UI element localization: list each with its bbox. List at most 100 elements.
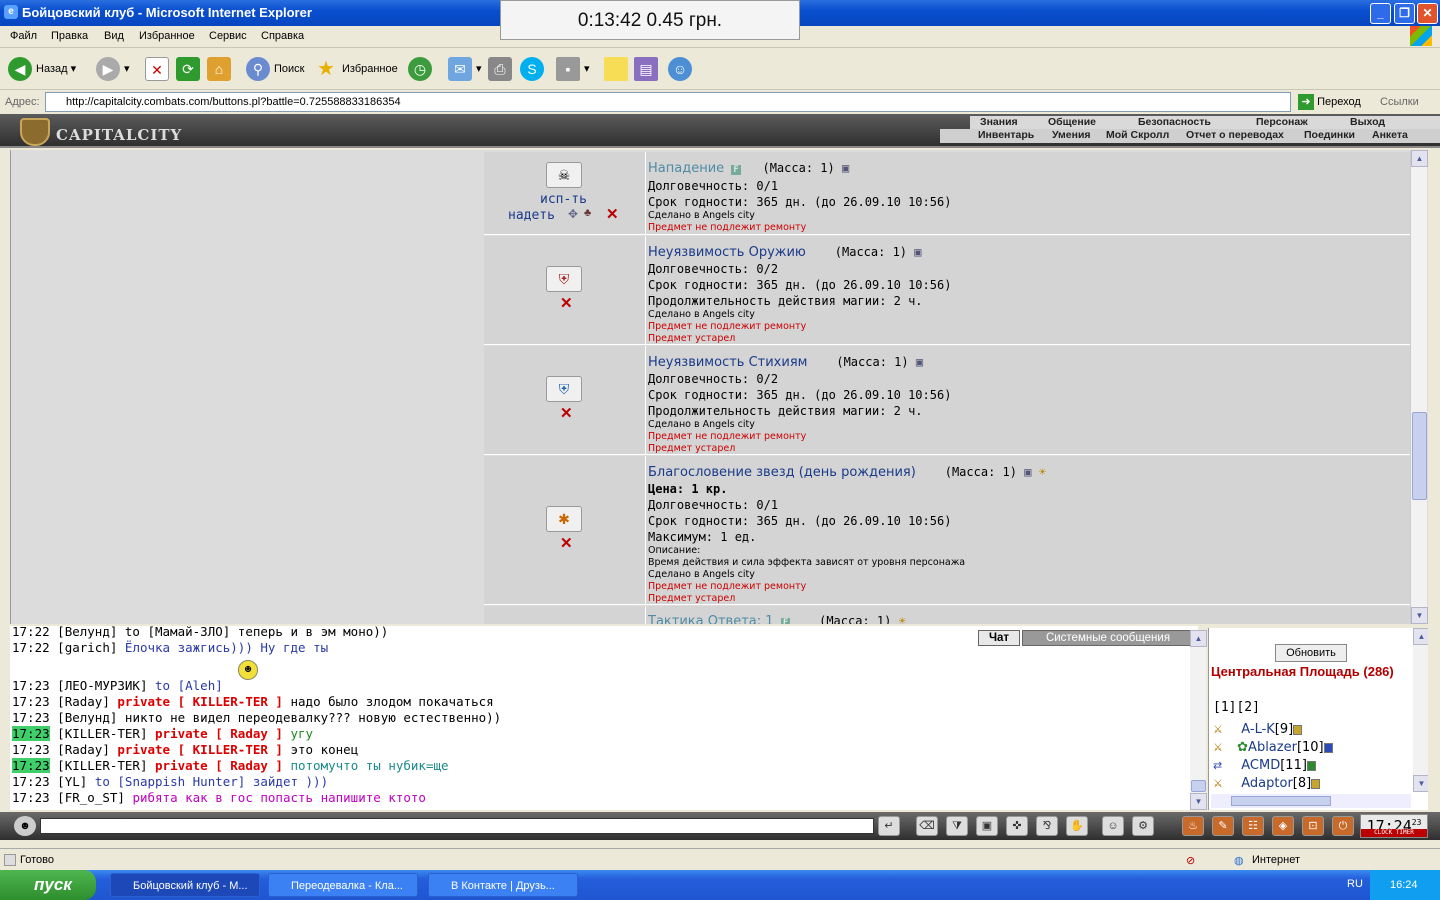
start-button[interactable]: пуск [0,870,96,900]
nav-skills[interactable]: Умения [1052,129,1091,141]
compose-icon[interactable]: ✥ [568,207,578,221]
attack-icon[interactable]: ⚔ [1213,741,1233,755]
refresh-button[interactable]: ⟳ [176,54,204,84]
minimize-button[interactable]: _ [1370,3,1391,24]
nav-knowledge[interactable]: Знания [980,116,1018,128]
search-button[interactable]: ⚲ Поиск [246,54,304,84]
nav-security[interactable]: Безопасность [1138,116,1211,128]
skype-button[interactable]: S [520,54,548,84]
address-input[interactable]: http://capitalcity.combats.com/buttons.p… [45,92,1291,112]
elements-shield-icon[interactable]: ⛨ [546,376,582,402]
nav-battles[interactable]: Поединки [1304,129,1355,141]
scroll-down-arrow-icon[interactable]: ▼ [1413,775,1428,792]
scroll-thumb[interactable] [1231,796,1331,806]
research-button[interactable]: ▤ [634,54,662,84]
exit-icon[interactable]: ⏻ [1332,816,1354,836]
delete-icon[interactable]: ✕ [606,205,619,223]
transfer-icon[interactable]: ⇄ [1213,759,1233,773]
favorites-button[interactable]: ★ Избранное [314,54,398,84]
list-item[interactable]: ⇄ ACMD[11] [1213,758,1316,773]
inventory-scrollbar[interactable]: ▲ ▼ [1410,150,1428,624]
home-button[interactable]: ⌂ [207,54,235,84]
scroll-up-arrow-icon[interactable]: ▲ [1413,628,1428,645]
lock-icon[interactable]: ⊡ [1302,816,1324,836]
list-item[interactable]: ⚔ A-L-K[9] [1213,722,1303,737]
nav-profile[interactable]: Анкета [1372,129,1408,141]
list-item[interactable]: ⚔ Adaptor[8] [1213,776,1321,791]
nav-my-scroll[interactable]: Мой Скролл [1106,129,1169,141]
scroll-icon[interactable]: ✎ [1212,816,1234,836]
potion-icon[interactable]: ♨ [1182,816,1204,836]
menu-edit[interactable]: Правка [51,30,88,42]
scroll-down-arrow-icon[interactable]: ▼ [1411,607,1428,624]
hand-icon[interactable]: ✋ [1066,816,1088,836]
attack-icon[interactable]: ⚔ [1213,723,1233,737]
nav-communication[interactable]: Общение [1048,116,1096,128]
menu-favorites[interactable]: Избранное [139,30,195,42]
messenger-button[interactable]: ☺ [668,54,696,84]
back-button[interactable]: ◀ Назад ▾ [8,54,76,84]
bag-icon[interactable]: ♣ [584,207,591,219]
scroll-attack-icon[interactable]: ☠ [546,162,582,188]
map-icon[interactable]: ☷ [1242,816,1264,836]
scroll-up-arrow-icon[interactable]: ▲ [1411,150,1428,167]
nav-transfer-report[interactable]: Отчет о переводах [1186,129,1284,141]
menu-help[interactable]: Справка [261,30,304,42]
delete-icon[interactable]: ✕ [560,404,573,422]
language-indicator[interactable]: RU [1347,878,1363,890]
attack-icon[interactable]: ⚔ [1213,777,1233,791]
head-icon[interactable]: ☻ [14,816,36,836]
go-button[interactable]: ➜ Переход [1298,94,1361,110]
smiley-icon[interactable]: ☺ [1102,816,1124,836]
stop-button[interactable]: ✕ [145,54,173,84]
nav-character[interactable]: Персонаж [1256,116,1308,128]
menu-view[interactable]: Вид [104,30,124,42]
item-name[interactable]: Тактика Ответа: 1 [648,614,774,624]
close-button[interactable]: ✕ [1417,3,1438,24]
nav-exit[interactable]: Выход [1350,116,1385,128]
weapon-shield-icon[interactable]: ⛨ [546,266,582,292]
info-icon[interactable] [1306,760,1316,771]
nav-inventory[interactable]: Инвентарь [978,129,1034,141]
filter-icon[interactable]: ⧩ [946,816,968,836]
user-list-pages[interactable]: [1][2] [1213,700,1260,715]
delete-icon[interactable]: ✕ [560,534,573,552]
scroll-thumb[interactable] [1191,780,1206,792]
menu-tools[interactable]: Сервис [209,30,247,42]
mail-button[interactable]: ✉ ▾ [448,54,482,84]
list-item[interactable]: ⚔ ✿Ablazer[10] [1213,740,1333,755]
chat-input[interactable] [40,818,874,834]
send-icon[interactable]: ↵ [878,816,900,836]
chat-mode-icon[interactable]: ⅋ [1036,816,1058,836]
user-list-hscrollbar[interactable] [1211,794,1411,808]
tab-system-messages[interactable]: Системные сообщения [1022,630,1194,646]
tab-chat[interactable]: Чат [978,630,1020,646]
scroll-down-arrow-icon[interactable]: ▼ [1190,793,1207,810]
task-combats[interactable]: Бойцовский клуб - М... [110,873,260,897]
clan-chat-icon[interactable]: ⚙ [1132,816,1154,836]
user-list-scrollbar[interactable]: ▲ ▼ [1413,628,1428,792]
scroll-up-arrow-icon[interactable]: ▲ [1190,630,1207,647]
bag-icon[interactable]: ◈ [1272,816,1294,836]
item-name[interactable]: Неуязвимость Стихиям [648,355,807,370]
notes-button[interactable] [604,54,632,84]
delete-icon[interactable]: ✕ [560,294,573,312]
print-button[interactable]: ⎙ [488,54,516,84]
history-button[interactable]: ◷ [408,54,436,84]
use-link[interactable]: исп-ть [540,192,587,207]
info-icon[interactable] [1323,742,1333,753]
links-button[interactable]: Ссылки [1380,96,1419,108]
maximize-button[interactable]: ❐ [1394,3,1415,24]
chat-scrollbar[interactable]: ▲ ▼ [1190,630,1207,810]
eraser-icon[interactable]: ⌫ [916,816,938,836]
monitor-icon[interactable]: ▣ [976,816,998,836]
edit-button[interactable]: ▪ ▾ [556,54,590,84]
item-name[interactable]: Благословение звезд (день рождения) [648,465,916,480]
task-vkontakte[interactable]: В Контакте | Друзь... [428,873,578,897]
info-icon[interactable] [1311,778,1321,789]
task-dressing-room[interactable]: Переодевалка - Кла... [268,873,418,897]
popup-blocked-icon[interactable]: ⊘ [1186,854,1195,867]
info-icon[interactable] [1293,724,1303,735]
menu-file[interactable]: Файл [10,30,37,42]
item-name[interactable]: Нападение [648,161,724,176]
